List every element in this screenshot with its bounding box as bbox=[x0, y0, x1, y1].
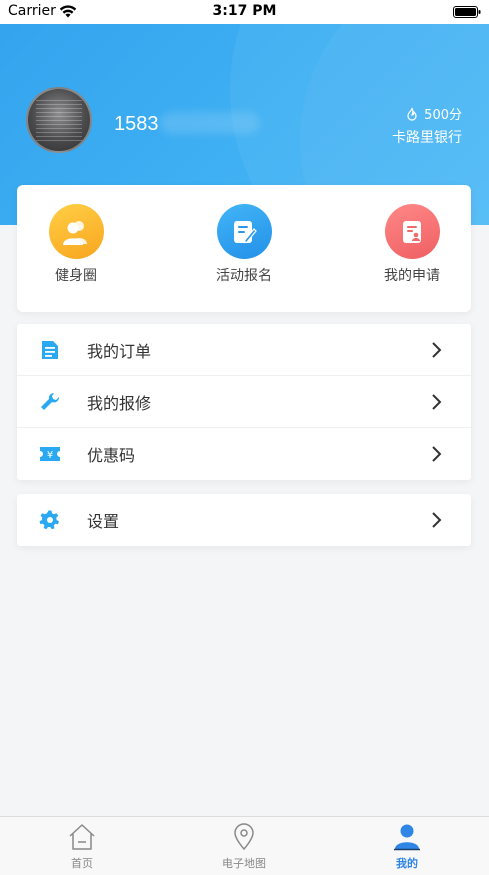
username-masked bbox=[160, 112, 260, 134]
svg-text:¥: ¥ bbox=[47, 450, 53, 461]
quick-actions-card: 健身圈 活动报名 我的申请 bbox=[17, 185, 471, 312]
tab-label: 我的 bbox=[396, 857, 418, 870]
user-icon bbox=[394, 824, 420, 851]
application-icon bbox=[403, 220, 421, 243]
quick-action-circle bbox=[48, 204, 104, 259]
quick-action-label: 健身圈 bbox=[55, 268, 97, 284]
menu-item-label: 我的报修 bbox=[87, 393, 152, 413]
edit-note-icon bbox=[234, 220, 257, 243]
quick-action-circle bbox=[384, 204, 440, 259]
coupon-icon: ¥ bbox=[40, 447, 60, 461]
tab-mine[interactable]: 我的 bbox=[357, 823, 457, 871]
clock: 3:17 PM bbox=[212, 3, 277, 19]
points-value: 500分 bbox=[424, 108, 462, 123]
quick-action-circle bbox=[216, 204, 272, 259]
menu-item-label: 我的订单 bbox=[87, 341, 152, 361]
tab-home[interactable]: 首页 bbox=[32, 823, 132, 871]
quick-action-label: 活动报名 bbox=[216, 268, 272, 284]
battery-icon bbox=[453, 6, 481, 18]
username: 1583 bbox=[114, 113, 159, 135]
quick-action-my-application[interactable]: 我的申请 bbox=[357, 204, 467, 285]
menu-item-orders[interactable]: 我的订单 bbox=[17, 324, 471, 376]
chevron-right-icon bbox=[432, 394, 442, 410]
chevron-right-icon bbox=[432, 512, 442, 528]
avatar[interactable] bbox=[26, 87, 92, 153]
menu-item-label: 优惠码 bbox=[87, 446, 136, 465]
menu-item-repairs[interactable]: 我的报修 bbox=[17, 376, 471, 428]
quick-action-fitness-circle[interactable]: 健身圈 bbox=[21, 204, 131, 285]
quick-action-label: 我的申请 bbox=[384, 268, 440, 284]
tab-bar: 首页 电子地图 我的 bbox=[0, 816, 489, 875]
menu-item-coupon[interactable]: ¥ 优惠码 bbox=[17, 428, 471, 480]
tab-label: 电子地图 bbox=[222, 857, 266, 870]
menu-item-settings[interactable]: 设置 bbox=[17, 494, 471, 546]
document-icon bbox=[42, 341, 58, 359]
chevron-right-icon bbox=[432, 342, 442, 358]
points-display[interactable]: 500分 bbox=[405, 104, 462, 123]
menu-list: 我的订单 我的报修 ¥ 优惠码 bbox=[17, 324, 471, 480]
tab-map[interactable]: 电子地图 bbox=[194, 823, 294, 871]
wrench-icon bbox=[41, 392, 60, 410]
quick-action-event-signup[interactable]: 活动报名 bbox=[189, 204, 299, 285]
flame-icon bbox=[407, 107, 417, 121]
tab-label: 首页 bbox=[71, 857, 93, 870]
people-icon bbox=[63, 220, 87, 245]
status-bar: Carrier 3:17 PM bbox=[0, 0, 489, 24]
settings-list: 设置 bbox=[17, 494, 471, 546]
avatar-photo bbox=[36, 99, 82, 141]
chevron-right-icon bbox=[432, 446, 442, 462]
calorie-bank-link[interactable]: 卡路里银行 bbox=[392, 127, 462, 147]
menu-item-label: 设置 bbox=[87, 512, 120, 531]
map-pin-icon bbox=[234, 823, 254, 851]
home-icon bbox=[69, 824, 95, 850]
gear-icon bbox=[39, 510, 59, 530]
